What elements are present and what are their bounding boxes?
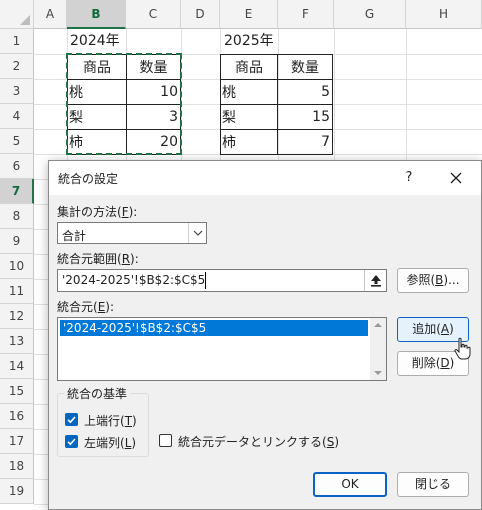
left-column-label: 左端列(L) <box>84 436 137 450</box>
browse-button[interactable]: 参照(B)... <box>397 268 469 293</box>
scroll-up-icon[interactable] <box>370 318 386 332</box>
row-header-5[interactable]: 5 <box>0 129 34 154</box>
select-all-corner[interactable] <box>0 0 34 29</box>
column-header-g[interactable]: G <box>334 0 406 29</box>
all-references-list[interactable]: '2024-2025'!$B$2:$C$5 <box>57 317 387 381</box>
year-label-2024[interactable]: 2024年 <box>68 29 128 54</box>
row-header-19[interactable]: 19 <box>0 479 34 504</box>
row-header-17[interactable]: 17 <box>0 429 34 454</box>
row-header-4[interactable]: 4 <box>0 104 34 129</box>
chevron-down-icon[interactable] <box>188 223 206 243</box>
dialog-title: 統合の設定 <box>58 172 119 186</box>
collapse-dialog-icon[interactable] <box>364 270 386 291</box>
checkmark-icon[interactable] <box>65 435 78 448</box>
text-caret <box>205 272 206 289</box>
item-cell[interactable]: 柿 <box>220 129 278 155</box>
row-header-1[interactable]: 1 <box>0 29 34 54</box>
checkbox-empty-icon[interactable] <box>159 434 172 447</box>
checkmark-icon[interactable] <box>65 413 78 426</box>
copy-marquee <box>66 53 182 155</box>
reference-input[interactable]: '2024-2025'!$B$2:$C$5 <box>57 269 387 292</box>
dialog-titlebar[interactable]: 統合の設定 ? <box>49 161 481 195</box>
list-item[interactable]: '2024-2025'!$B$2:$C$5 <box>60 320 368 336</box>
qty-cell[interactable]: 5 <box>277 79 333 105</box>
row-header-12[interactable]: 12 <box>0 304 34 329</box>
consolidate-dialog: 統合の設定 ? 集計の方法(F): 合計 統合元範囲(R): '2024-202… <box>48 160 482 510</box>
column-header-e[interactable]: E <box>220 0 278 29</box>
top-row-label: 上端行(T) <box>84 414 137 428</box>
row-header-7[interactable]: 7 <box>0 179 34 204</box>
row-header-18[interactable]: 18 <box>0 454 34 479</box>
close-button[interactable]: 閉じる <box>397 472 469 497</box>
scroll-down-icon[interactable] <box>370 366 386 380</box>
row-header-9[interactable]: 9 <box>0 229 34 254</box>
reference-label: 統合元範囲(R): <box>57 252 139 266</box>
function-dropdown[interactable]: 合計 <box>57 222 207 244</box>
row-header-15[interactable]: 15 <box>0 379 34 404</box>
header-item-cell[interactable]: 商品 <box>220 54 278 80</box>
column-header-a[interactable]: A <box>34 0 67 29</box>
qty-cell[interactable]: 15 <box>277 104 333 130</box>
function-label: 集計の方法(F): <box>57 205 138 219</box>
function-value: 合計 <box>62 229 87 243</box>
item-cell[interactable]: 桃 <box>220 79 278 105</box>
table-2025: 商品 数量 桃 5 梨 15 柿 7 <box>220 54 333 155</box>
all-references-label: 統合元(E): <box>57 300 115 314</box>
column-header-h[interactable]: H <box>406 0 482 29</box>
list-scrollbar[interactable] <box>370 318 386 380</box>
item-cell[interactable]: 梨 <box>220 104 278 130</box>
row-header-11[interactable]: 11 <box>0 279 34 304</box>
reference-value: '2024-2025'!$B$2:$C$5 <box>62 273 206 287</box>
use-labels-group: 統合の基準 上端行(T) 左端列(L) <box>57 385 149 457</box>
column-header-d[interactable]: D <box>181 0 220 29</box>
row-header-3[interactable]: 3 <box>0 79 34 104</box>
row-header-13[interactable]: 13 <box>0 329 34 354</box>
row-header-10[interactable]: 10 <box>0 254 34 279</box>
row-header-14[interactable]: 14 <box>0 354 34 379</box>
ok-button[interactable]: OK <box>313 472 387 497</box>
year-label-2025[interactable]: 2025年 <box>222 29 282 54</box>
qty-cell[interactable]: 7 <box>277 129 333 155</box>
help-button[interactable]: ? <box>395 165 423 191</box>
row-header-6[interactable]: 6 <box>0 154 34 179</box>
link-source-label: 統合元データとリンクする(S) <box>178 435 339 449</box>
column-header-f[interactable]: F <box>278 0 334 29</box>
row-header-16[interactable]: 16 <box>0 404 34 429</box>
hand-cursor-icon <box>454 337 471 360</box>
corner-triangle-icon <box>20 15 30 25</box>
header-qty-cell[interactable]: 数量 <box>277 54 333 80</box>
use-labels-title: 統合の基準 <box>64 385 131 402</box>
row-header-8[interactable]: 8 <box>0 204 34 229</box>
column-header-c[interactable]: C <box>126 0 181 29</box>
column-header-b[interactable]: B <box>67 0 126 29</box>
row-header-2[interactable]: 2 <box>0 54 34 79</box>
close-icon[interactable] <box>439 165 473 191</box>
